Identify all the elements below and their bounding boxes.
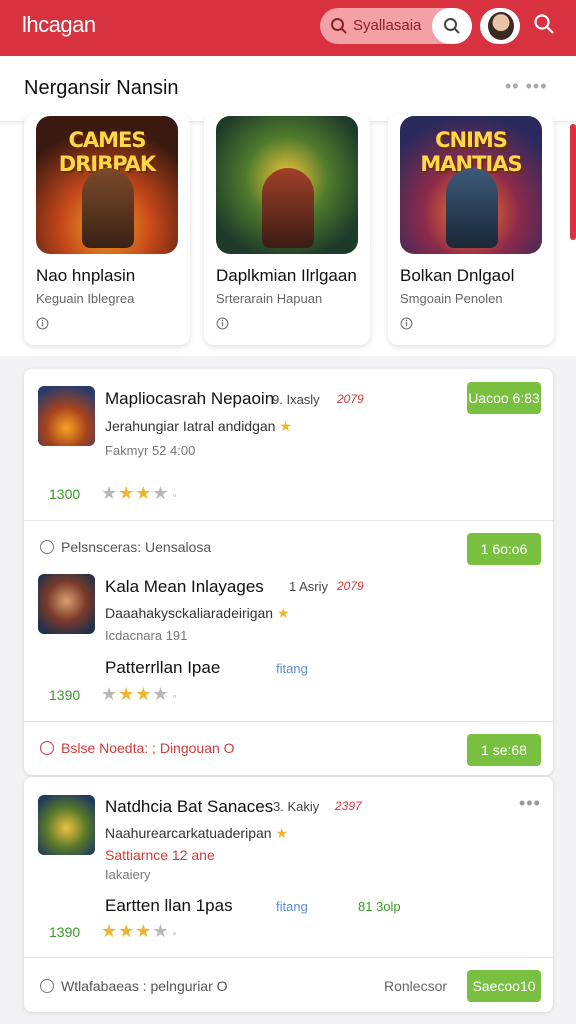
app-meta: 9. Ixasly	[272, 392, 320, 407]
warning-notice: Bslse Noedta: ; Dingouan O	[61, 740, 235, 756]
rating-note: ◦	[169, 691, 177, 703]
app-subtitle: Fakmyr 52 4:00	[105, 443, 196, 458]
featured-header: Nergansir Nansin •• •••	[0, 56, 576, 122]
featured-card[interactable]: CAMES DRIBPAK Nao hnplasin Keguain Ibleg…	[24, 114, 190, 345]
star-icon: ★	[101, 483, 119, 503]
featured-card-subtitle: Smgoain Penolen	[400, 291, 503, 306]
featured-card-name: Bolkan Dnlgaol	[400, 266, 515, 285]
featured-card[interactable]: Daplkmian Ilrlgaan Srterarain Hapuan	[204, 114, 370, 345]
app-logo[interactable]: lhcagan	[22, 12, 96, 38]
featured-title: Nergansir Nansin	[24, 77, 179, 99]
star-icon: ★	[135, 921, 153, 941]
rating-stars: ★★★★ ◦	[101, 921, 177, 942]
app-thumbnail[interactable]	[38, 386, 95, 446]
app-name[interactable]: Kala Mean Inlayages	[105, 577, 264, 597]
star-icon: ★	[101, 921, 119, 941]
game-art: CAMES DRIBPAK	[36, 116, 178, 254]
download-count: 1390	[49, 687, 81, 703]
star-icon: ★	[135, 684, 153, 704]
search-icon[interactable]	[533, 13, 555, 35]
app-tag-secondary: 81 3olp	[358, 899, 401, 914]
game-character	[262, 168, 314, 248]
app-meta-highlight: 2079	[337, 392, 364, 406]
star-icon: ★	[152, 684, 170, 704]
rating-note: ◦	[169, 490, 177, 502]
rating-note: ◦	[169, 928, 177, 940]
carousel-scroll-indicator	[570, 124, 576, 240]
star-icon: ★	[279, 418, 292, 434]
rating-stars: ★★★★ ◦	[101, 684, 177, 705]
install-button[interactable]: Uacoo 6:83	[467, 382, 541, 414]
star-icon: ★	[118, 684, 136, 704]
install-button[interactable]: 1 6o:o6	[467, 533, 541, 565]
status-icon	[40, 540, 54, 554]
notice-text: Wtlafabaeas : pelnguriar O	[61, 978, 228, 994]
developer-label: Ronlecsor	[384, 978, 448, 994]
top-app-bar: lhcagan Syallasaia	[0, 0, 576, 56]
download-count: 1300	[49, 486, 81, 502]
game-character	[82, 168, 134, 248]
star-icon: ★	[118, 483, 136, 503]
app-description: Jerahungiar Iatral andidgan ★	[105, 418, 292, 434]
star-icon: ★	[135, 483, 153, 503]
star-icon: ★	[275, 825, 289, 841]
app-thumbnail[interactable]	[38, 574, 95, 634]
featured-card-name: Nao hnplasin	[36, 266, 136, 285]
featured-card-subtitle: Keguain Iblegrea	[36, 291, 135, 306]
star-icon: ★	[118, 921, 136, 941]
featured-card-subtitle: Srterarain Hapuan	[216, 291, 323, 306]
star-icon: ★	[277, 605, 290, 621]
star-icon: ★	[152, 921, 170, 941]
install-button[interactable]: 1 se:68	[467, 734, 541, 766]
app-thumbnail[interactable]	[38, 795, 95, 855]
info-icon[interactable]	[400, 317, 413, 330]
app-meta: 3. Kakiy	[273, 799, 320, 814]
app-secondary-title: Patterrllan Ipae	[105, 658, 221, 677]
search-button[interactable]	[432, 8, 472, 44]
app-meta: 1 Asriy	[289, 579, 329, 594]
more-options-icon[interactable]: •• •••	[505, 76, 548, 97]
app-tag: fitang	[276, 899, 308, 914]
star-icon: ★	[152, 483, 170, 503]
rating-stars: ★★★★ ◦	[101, 483, 177, 504]
divider	[24, 520, 553, 521]
status-icon	[40, 979, 54, 993]
divider	[24, 721, 553, 722]
info-icon[interactable]	[216, 317, 229, 330]
app-meta-highlight: 2397	[335, 799, 362, 813]
game-character	[446, 168, 498, 248]
app-meta-highlight: 2079	[337, 579, 364, 593]
search-query: Syallasaia	[353, 17, 422, 34]
more-options-icon[interactable]: •••	[519, 793, 541, 814]
game-art	[216, 116, 358, 254]
app-description: Daaahakysckaliaradeirigan ★	[105, 605, 290, 621]
app-alert-text: Sattiarnce 12 ane	[105, 847, 215, 863]
install-button[interactable]: Saecoo10	[467, 970, 541, 1002]
app-name[interactable]: Mapliocasrah Nepaoin	[105, 389, 274, 409]
info-icon[interactable]	[36, 317, 49, 330]
app-secondary-title: Eartten llan 1pas	[105, 896, 233, 915]
avatar	[488, 12, 514, 40]
app-subtitle: Iakaiery	[105, 867, 151, 882]
app-name[interactable]: Natdhcia Bat Sanaces	[105, 797, 273, 817]
app-tag: fitang	[276, 661, 308, 676]
featured-card-name: Daplkmian Ilrlgaan	[216, 266, 357, 285]
download-count: 1390	[49, 924, 81, 940]
divider	[24, 957, 553, 958]
app-subtitle: Icdacnara 191	[105, 628, 188, 643]
notice-text: Pelsnsceras: Uensalosa	[61, 539, 212, 555]
featured-card[interactable]: CNIMS MANTIAS Bolkan Dnlgaol Smgoain Pen…	[388, 114, 554, 345]
app-description: Naahurearcarkatuaderipan ★	[105, 825, 289, 841]
star-icon: ★	[101, 684, 119, 704]
game-art: CNIMS MANTIAS	[400, 116, 542, 254]
search-icon	[444, 18, 460, 34]
warning-icon	[40, 741, 54, 755]
user-avatar[interactable]	[480, 8, 520, 44]
search-icon	[331, 18, 347, 34]
